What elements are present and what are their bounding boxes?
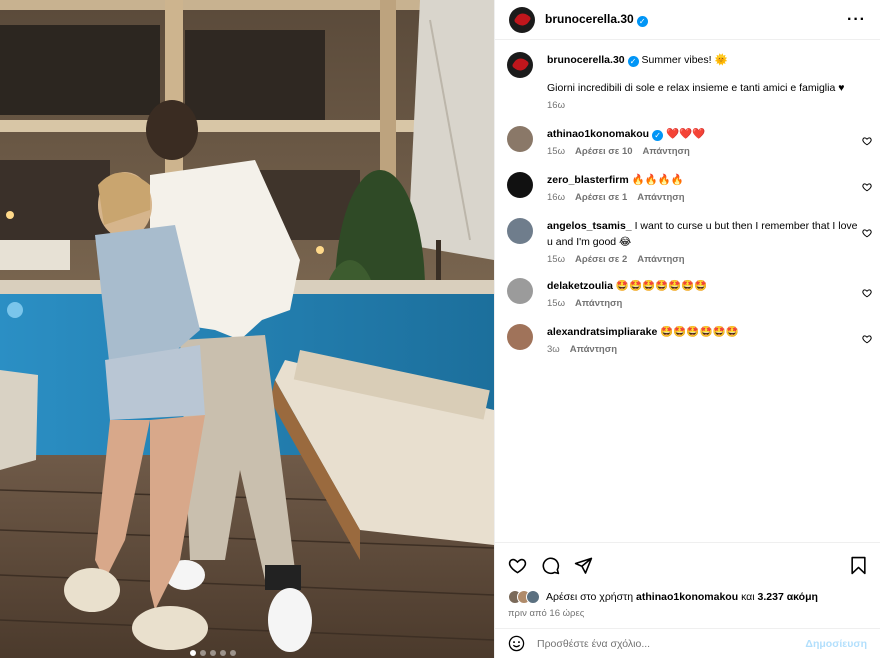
photo-illustration: [0, 0, 494, 658]
commenter-avatar[interactable]: [507, 324, 533, 350]
action-bar: [495, 542, 880, 588]
comment-text: 🤩🤩🤩🤩🤩🤩: [660, 326, 739, 338]
comment-like-heart-icon[interactable]: [862, 334, 872, 344]
share-paper-plane-icon[interactable]: [574, 556, 593, 575]
caption-title: Summer vibes! 🌞: [641, 54, 728, 66]
comment-input[interactable]: Προσθέστε ένα σχόλιο...: [537, 638, 805, 650]
carousel-dot-active[interactable]: [190, 650, 196, 656]
likes-summary[interactable]: Αρέσει στο χρήστη athinao1konomakou και …: [495, 588, 880, 606]
caption-time[interactable]: 16ω: [547, 100, 565, 111]
comments-list[interactable]: brunocerella.30 ✓ Summer vibes! 🌞 Giorni …: [495, 40, 880, 542]
like-heart-icon[interactable]: [508, 556, 527, 575]
more-options-icon[interactable]: ···: [847, 11, 866, 29]
comment-time[interactable]: 16ω: [547, 192, 565, 203]
comment-like-heart-icon[interactable]: [862, 288, 872, 298]
comment-likes[interactable]: Αρέσει σε 10: [575, 146, 633, 157]
comment-time[interactable]: 3ω: [547, 344, 560, 355]
commenter-avatar[interactable]: [507, 278, 533, 304]
likes-middle: και: [741, 591, 755, 603]
save-bookmark-icon[interactable]: [850, 556, 867, 575]
caption-author[interactable]: brunocerella.30: [547, 54, 625, 66]
post-side-panel: brunocerella.30 ✓ ··· brunocerella.30 ✓ Su…: [494, 0, 880, 658]
caption: brunocerella.30 ✓ Summer vibes! 🌞 Giorni …: [495, 52, 880, 114]
comment-row: alexandratsimpliarake 🤩🤩🤩🤩🤩🤩 3ω Απάντηση: [495, 324, 880, 358]
carousel-dot[interactable]: [210, 650, 216, 656]
comment-likes[interactable]: Αρέσει σε 1: [575, 192, 627, 203]
likes-prefix: Αρέσει στο χρήστη: [546, 591, 634, 603]
carousel-dot[interactable]: [200, 650, 206, 656]
carousel-dot[interactable]: [220, 650, 226, 656]
author-avatar[interactable]: [509, 6, 535, 33]
comment-row: angelos_tsamis_ I want to curse u but th…: [495, 218, 880, 268]
post-photo[interactable]: [0, 0, 494, 658]
commenter-username[interactable]: alexandratsimpliarake: [547, 326, 657, 338]
liker-avatars: [508, 590, 540, 604]
carousel-dots[interactable]: [190, 650, 236, 656]
comment-like-heart-icon[interactable]: [862, 182, 872, 192]
comment-like-heart-icon[interactable]: [862, 136, 872, 146]
post-header: brunocerella.30 ✓ ···: [495, 0, 880, 40]
add-comment-bar: Προσθέστε ένα σχόλιο... Δημοσίευση: [495, 628, 880, 658]
comment-time[interactable]: 15ω: [547, 298, 565, 309]
comment-row: delaketzoulia 🤩🤩🤩🤩🤩🤩🤩 15ω Απάντηση: [495, 278, 880, 312]
posted-time[interactable]: πριν από 16 ώρες: [495, 606, 880, 628]
liker-avatar: [526, 590, 540, 604]
carousel-dot[interactable]: [230, 650, 236, 656]
commenter-avatar[interactable]: [507, 126, 533, 152]
verified-badge-icon: ✓: [636, 16, 648, 27]
verified-badge-icon: ✓: [627, 56, 639, 67]
reply-button[interactable]: Απάντηση: [570, 344, 617, 355]
post-comment-button[interactable]: Δημοσίευση: [805, 638, 867, 650]
commenter-avatar[interactable]: [507, 218, 533, 244]
commenter-username[interactable]: delaketzoulia: [547, 280, 613, 292]
reply-button[interactable]: Απάντηση: [643, 146, 690, 157]
reply-button[interactable]: Απάντηση: [637, 254, 684, 265]
verified-badge-icon: ✓: [652, 130, 664, 141]
comment-text: 🤩🤩🤩🤩🤩🤩🤩: [615, 280, 708, 292]
comment-bubble-icon[interactable]: [541, 556, 560, 575]
commenter-username[interactable]: zero_blasterfirm: [547, 174, 629, 186]
commenter-avatar[interactable]: [507, 172, 533, 198]
reply-button[interactable]: Απάντηση: [637, 192, 684, 203]
comment-row: zero_blasterfirm 🔥🔥🔥🔥 16ω Αρέσει σε 1 Απάντ…: [495, 172, 880, 206]
comment-time[interactable]: 15ω: [547, 146, 565, 157]
comment-likes[interactable]: Αρέσει σε 2: [575, 254, 627, 265]
commenter-username[interactable]: athinao1konomakou: [547, 128, 649, 140]
caption-author-avatar[interactable]: [507, 52, 533, 78]
post-dialog: brunocerella.30 ✓ ··· brunocerella.30 ✓ Su…: [0, 0, 880, 658]
comment-row: athinao1konomakou ✓ ❤️❤️❤️ 15ω Αρέσει σε 10…: [495, 126, 880, 160]
reply-button[interactable]: Απάντηση: [575, 298, 622, 309]
comment-text: 🔥🔥🔥🔥: [631, 174, 684, 186]
commenter-username[interactable]: angelos_tsamis_: [547, 220, 632, 232]
comment-time[interactable]: 15ω: [547, 254, 565, 265]
comment-text: ❤️❤️❤️: [666, 128, 706, 140]
caption-text: Giorni incredibili di sole e relax insie…: [547, 82, 845, 94]
author-username[interactable]: brunocerella.30 ✓: [545, 12, 648, 27]
comment-like-heart-icon[interactable]: [862, 228, 872, 238]
likes-count[interactable]: 3.237 ακόμη: [758, 591, 818, 603]
likes-user[interactable]: athinao1konomakou: [636, 591, 738, 603]
emoji-picker-icon[interactable]: [508, 635, 525, 652]
